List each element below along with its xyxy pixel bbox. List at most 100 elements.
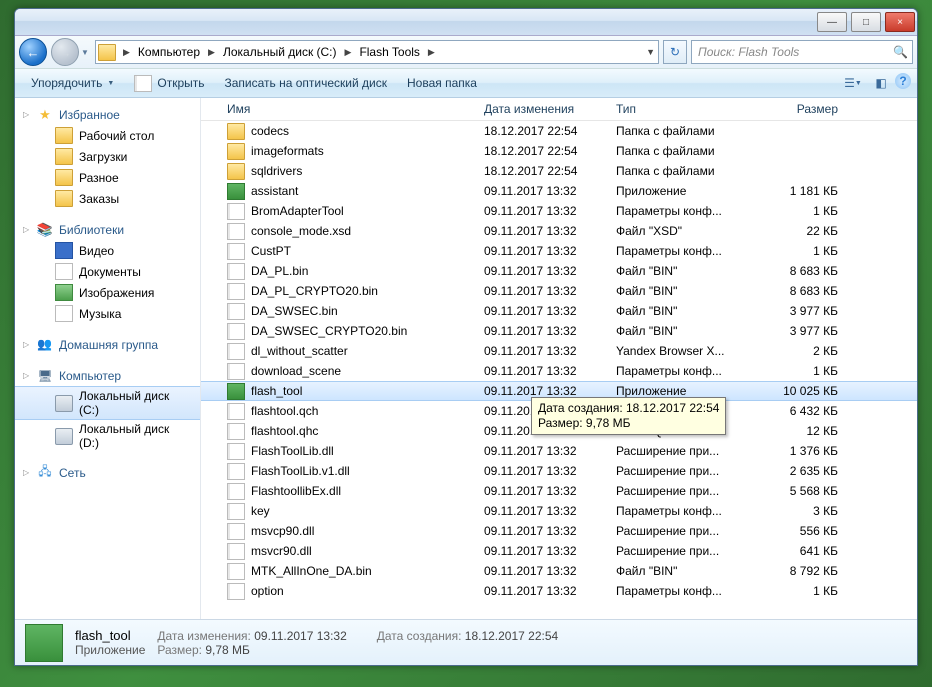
file-row[interactable]: dl_without_scatter 09.11.2017 13:32Yandex… [201,341,917,361]
titlebar[interactable]: — □ × [15,9,917,36]
burn-button[interactable]: Записать на оптический диск [215,69,398,97]
forward-button[interactable]: → [51,38,79,66]
file-row[interactable]: key09.11.2017 13:32Параметры конф...3 КБ [201,501,917,521]
file-row[interactable]: msvcp90.dll09.11.2017 13:32Расширение пр… [201,521,917,541]
close-button[interactable]: × [885,12,915,32]
breadcrumb-item[interactable]: Flash Tools [354,41,424,63]
file-name: flashtool.qch [251,404,318,418]
app-icon [227,383,245,400]
file-size: 556 КБ [752,524,844,538]
sidebar-item-pictures[interactable]: Изображения [15,282,200,303]
file-row[interactable]: DA_PL_CRYPTO20.bin09.11.2017 13:32Файл "… [201,281,917,301]
network-icon: 🖧 [37,465,53,480]
sidebar-network[interactable]: 🖧Сеть [15,462,200,483]
sidebar-item-documents[interactable]: Документы [15,261,200,282]
address-bar[interactable]: ▶ Компьютер ▶ Локальный диск (C:) ▶ Flas… [95,40,659,64]
refresh-button[interactable]: ↻ [663,40,687,64]
file-name: FlashToolLib.dll [251,444,334,458]
breadcrumb-arrow[interactable]: ▶ [120,41,133,63]
sidebar-computer[interactable]: 🖥Компьютер [15,365,200,386]
minimize-button[interactable]: — [817,12,847,32]
file-type: Расширение при... [610,524,752,538]
file-type: Yandex Browser X... [610,344,752,358]
status-created: 18.12.2017 22:54 [465,629,558,643]
status-modified: 09.11.2017 13:32 [254,629,347,643]
file-row[interactable]: DA_SWSEC.bin09.11.2017 13:32Файл "BIN"3 … [201,301,917,321]
file-name: option [251,584,284,598]
sidebar-item-downloads[interactable]: Загрузки [15,146,200,167]
file-name: assistant [251,184,298,198]
file-name: download_scene [251,364,341,378]
file-list[interactable]: codecs18.12.2017 22:54Папка с файламиima… [201,121,917,619]
file-row[interactable]: imageformats18.12.2017 22:54Папка с файл… [201,141,917,161]
file-row[interactable]: DA_SWSEC_CRYPTO20.bin09.11.2017 13:32Фай… [201,321,917,341]
file-row[interactable]: DA_PL.bin09.11.2017 13:32Файл "BIN"8 683… [201,261,917,281]
header-type[interactable]: Тип [610,102,752,116]
back-button[interactable]: ← [19,38,47,66]
help-button[interactable]: ? [895,73,911,89]
file-row[interactable]: download_scene09.11.2017 13:32Параметры … [201,361,917,381]
file-date: 09.11.2017 13:32 [478,304,610,318]
file-icon [227,243,245,260]
file-row[interactable]: CustPT09.11.2017 13:32Параметры конф...1… [201,241,917,261]
breadcrumb-arrow[interactable]: ▶ [342,41,355,63]
file-row[interactable]: codecs18.12.2017 22:54Папка с файлами [201,121,917,141]
navigation-pane[interactable]: ★Избранное Рабочий стол Загрузки Разное … [15,98,201,619]
file-name: dl_without_scatter [251,344,348,358]
sidebar-homegroup[interactable]: 👥Домашняя группа [15,334,200,355]
search-input[interactable]: Поиск: Flash Tools 🔍 [691,40,913,64]
file-row[interactable]: MTK_AllInOne_DA.bin09.11.2017 13:32Файл … [201,561,917,581]
address-dropdown[interactable]: ▼ [643,41,658,63]
folder-icon [227,163,245,180]
file-row[interactable]: BromAdapterTool09.11.2017 13:32Параметры… [201,201,917,221]
breadcrumb-arrow[interactable]: ▶ [205,41,218,63]
folder-icon [55,190,73,207]
file-row[interactable]: assistant09.11.2017 13:32Приложение1 181… [201,181,917,201]
sidebar-item-music[interactable]: Музыка [15,303,200,324]
sidebar-item-misc[interactable]: Разное [15,167,200,188]
file-row[interactable]: FlashToolLib.v1.dll09.11.2017 13:32Расши… [201,461,917,481]
file-name: FlashtoollibEx.dll [251,484,341,498]
column-headers[interactable]: Имя Дата изменения Тип Размер [201,98,917,121]
file-type: Параметры конф... [610,584,752,598]
organize-button[interactable]: Упорядочить▼ [21,69,124,97]
header-size[interactable]: Размер [752,102,844,116]
app-icon [227,183,245,200]
file-name: key [251,504,270,518]
file-name: DA_SWSEC_CRYPTO20.bin [251,324,407,338]
file-row[interactable]: msvcr90.dll09.11.2017 13:32Расширение пр… [201,541,917,561]
file-icon [227,303,245,320]
view-button[interactable]: ☰ ▼ [839,73,867,93]
new-folder-button[interactable]: Новая папка [397,69,487,97]
video-icon [55,242,73,259]
header-date[interactable]: Дата изменения [478,102,610,116]
file-row[interactable]: FlashtoollibEx.dll09.11.2017 13:32Расшир… [201,481,917,501]
status-filetype: Приложение [75,643,145,657]
breadcrumb-item[interactable]: Локальный диск (C:) [218,41,342,63]
sidebar-favorites[interactable]: ★Избранное [15,104,200,125]
file-name: imageformats [251,144,324,158]
folder-icon [98,44,116,61]
maximize-button[interactable]: □ [851,12,881,32]
file-date: 09.11.2017 13:32 [478,344,610,358]
file-row[interactable]: sqldrivers18.12.2017 22:54Папка с файлам… [201,161,917,181]
breadcrumb-item[interactable]: Компьютер [133,41,205,63]
sidebar-item-orders[interactable]: Заказы [15,188,200,209]
file-row[interactable]: FlashToolLib.dll09.11.2017 13:32Расширен… [201,441,917,461]
file-name: DA_PL_CRYPTO20.bin [251,284,378,298]
header-name[interactable]: Имя [221,102,478,116]
sidebar-item-drive-d[interactable]: Локальный диск (D:) [15,420,200,452]
file-row[interactable]: option09.11.2017 13:32Параметры конф...1… [201,581,917,601]
history-dropdown[interactable]: ▼ [79,39,91,65]
status-filename: flash_tool [75,628,145,643]
sidebar-libraries[interactable]: 📚Библиотеки [15,219,200,240]
file-type: Параметры конф... [610,364,752,378]
sidebar-item-drive-c[interactable]: Локальный диск (C:) [15,386,200,420]
preview-pane-button[interactable]: ◧ [867,73,895,93]
sidebar-item-desktop[interactable]: Рабочий стол [15,125,200,146]
file-row[interactable]: console_mode.xsd09.11.2017 13:32Файл "XS… [201,221,917,241]
sidebar-item-video[interactable]: Видео [15,240,200,261]
open-button[interactable]: Открыть [124,69,214,97]
breadcrumb-arrow[interactable]: ▶ [425,41,438,63]
file-size: 1 КБ [752,244,844,258]
